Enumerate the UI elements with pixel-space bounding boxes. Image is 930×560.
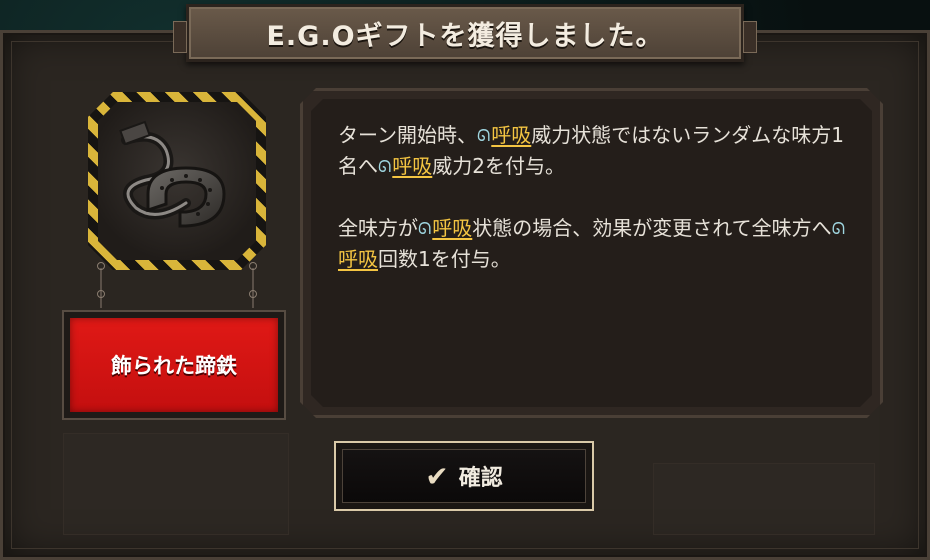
gift-emblem — [88, 92, 266, 270]
gift-acquired-screen: E.G.Oギフトを獲得しました。 飾られた蹄鉄 ターン開始時、ᘏ呼吸威力状態では… — [0, 0, 930, 560]
confirm-button[interactable]: ✔ 確認 — [342, 449, 586, 503]
description-text-run: 状態の場合、効果が変更されて全味方へ — [472, 216, 832, 240]
description-text-run: 威力2を付与。 — [432, 154, 566, 178]
description-text-run: 全味方が — [338, 216, 418, 240]
gift-name-background: 飾られた蹄鉄 — [70, 318, 278, 412]
title-cap-right — [743, 21, 757, 53]
hanging-chain — [100, 268, 102, 308]
description-text: ターン開始時、ᘏ呼吸威力状態ではないランダムな味方1名へᘏ呼吸威力2を付与。 全… — [338, 120, 858, 306]
breath-icon: ᘏ — [378, 157, 392, 176]
title-cap-left — [173, 21, 187, 53]
breath-icon: ᘏ — [831, 219, 845, 238]
decorated-horseshoe-icon — [98, 102, 256, 260]
breath-icon: ᘏ — [418, 219, 432, 238]
keyword-breath[interactable]: 呼吸 — [338, 247, 378, 271]
chain-ring — [249, 262, 257, 270]
keyword-breath[interactable]: 呼吸 — [491, 123, 531, 147]
hanging-chain — [252, 268, 254, 308]
description-text-run: 回数1を付与。 — [378, 247, 511, 271]
chain-ring — [97, 290, 105, 298]
description-paragraph-1: ターン開始時、ᘏ呼吸威力状態ではないランダムな味方1名へᘏ呼吸威力2を付与。 — [338, 120, 858, 182]
ghost-panel — [653, 463, 875, 535]
gift-name: 飾られた蹄鉄 — [111, 354, 237, 378]
confirm-label: 確認 — [458, 466, 503, 491]
keyword-breath[interactable]: 呼吸 — [392, 154, 432, 178]
keyword-breath[interactable]: 呼吸 — [432, 216, 472, 240]
confirm-button-frame: ✔ 確認 — [334, 441, 594, 511]
description-paragraph-2: 全味方がᘏ呼吸状態の場合、効果が変更されて全味方へᘏ呼吸回数1を付与。 — [338, 213, 858, 275]
chain-ring — [97, 262, 105, 270]
chain-ring — [249, 290, 257, 298]
title-plate: E.G.Oギフトを獲得しました。 — [173, 4, 757, 62]
description-text-run: ターン開始時、 — [338, 123, 477, 147]
gift-name-plate: 飾られた蹄鉄 — [62, 310, 286, 420]
ghost-panel — [63, 433, 289, 535]
checkmark-icon: ✔ — [425, 459, 449, 493]
breath-icon: ᘏ — [477, 126, 491, 145]
dialog-title: E.G.Oギフトを獲得しました。 — [266, 20, 664, 52]
